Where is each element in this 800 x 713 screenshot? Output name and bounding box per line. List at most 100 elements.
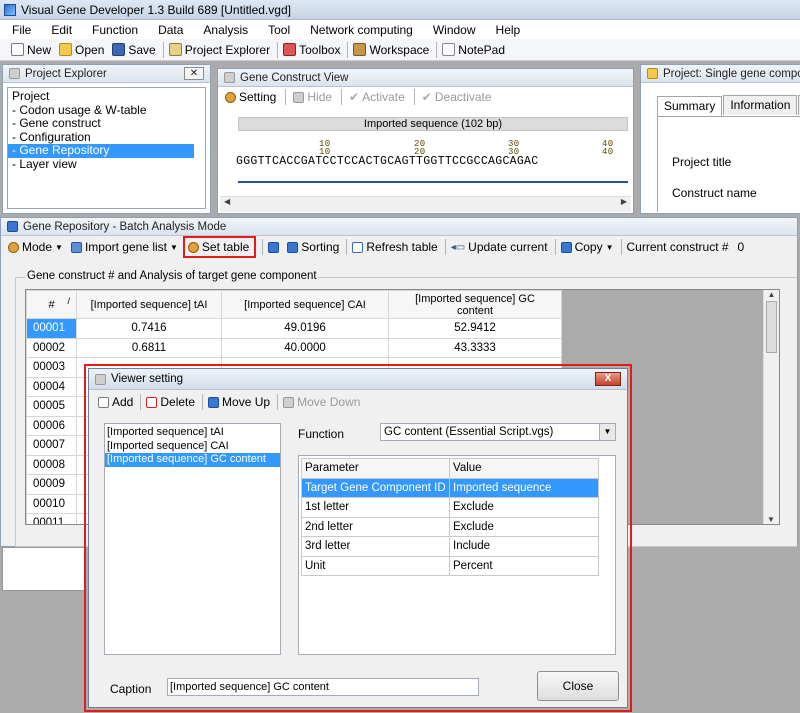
new-button[interactable]: New <box>8 40 56 60</box>
project-explorer-header: Project Explorer ✕ <box>3 65 210 83</box>
menu-window[interactable]: Window <box>433 23 476 37</box>
mode-button[interactable]: Mode ▼ <box>5 237 68 257</box>
refresh-small-button[interactable] <box>265 237 284 257</box>
scroll-left-icon[interactable]: ◀ <box>224 197 230 212</box>
function-select[interactable]: GC content (Essential Script.vgs) ▼ <box>380 423 616 441</box>
cell-gc: 52.9412 <box>388 318 562 339</box>
row-id: 00010 <box>26 493 77 514</box>
add-button[interactable]: Add <box>95 392 138 412</box>
toolbar-separator <box>202 394 204 410</box>
table-row[interactable]: 00002 0.6811 40.0000 43.3333 <box>26 337 562 358</box>
close-button[interactable]: Close <box>537 671 619 701</box>
tree-item-gene-repository[interactable]: - Gene Repository <box>8 143 194 158</box>
sorting-button[interactable]: Sorting <box>284 237 344 257</box>
delete-button[interactable]: Delete <box>143 392 200 412</box>
toolbar-separator <box>554 239 556 255</box>
horizontal-scrollbar[interactable]: ◀ ▶ <box>220 196 631 212</box>
update-current-button[interactable]: ◂▭ Update current <box>448 237 553 257</box>
param-value[interactable]: Exclude <box>449 497 599 518</box>
copy-icon <box>560 241 572 253</box>
table-row[interactable]: 00001 0.7416 49.0196 52.9412 <box>26 318 562 339</box>
table-row[interactable]: 2nd letter Exclude <box>301 516 599 537</box>
mode-icon <box>8 241 19 253</box>
save-button[interactable]: Save <box>109 40 160 60</box>
param-name: 1st letter <box>301 497 450 518</box>
close-icon[interactable]: X <box>595 372 621 386</box>
deactivate-button[interactable]: ✔ Deactivate <box>419 87 497 107</box>
param-name: Unit <box>301 555 450 576</box>
table-row[interactable]: 3rd letter Include <box>301 536 599 557</box>
move-down-button[interactable]: Move Down <box>280 392 365 412</box>
list-item[interactable]: [Imported sequence] tAI <box>105 426 280 440</box>
scroll-right-icon[interactable]: ▶ <box>621 197 627 212</box>
col-header-cai[interactable]: [Imported sequence] CAI <box>221 290 389 319</box>
menu-tool[interactable]: Tool <box>268 23 290 37</box>
param-value[interactable]: Include <box>449 536 599 557</box>
tab-information[interactable]: Information <box>723 95 798 115</box>
close-icon[interactable]: ✕ <box>184 67 204 80</box>
chevron-down-icon[interactable]: ▼ <box>599 424 615 440</box>
toolbox-label: Toolbox <box>299 42 341 57</box>
arrow-up-icon <box>208 396 220 408</box>
table-row[interactable]: 1st letter Exclude <box>301 497 599 518</box>
tree-item-configuration[interactable]: - Configuration <box>8 130 205 145</box>
menu-network-computing[interactable]: Network computing <box>310 23 413 37</box>
deactivate-label: Deactivate <box>434 90 492 104</box>
refresh-icon <box>268 241 280 253</box>
copy-label: Copy <box>574 240 603 254</box>
gene-repository-toolbar: Mode ▼ Import gene list ▼ Set table Sortin… <box>1 236 797 258</box>
app-icon <box>4 3 16 16</box>
activate-button[interactable]: ✔ Activate <box>346 87 410 107</box>
refresh-table-button[interactable]: Refresh table <box>349 237 442 257</box>
param-value[interactable]: Exclude <box>449 516 599 537</box>
menu-file[interactable]: File <box>12 23 31 37</box>
hide-button[interactable]: Hide <box>290 87 337 107</box>
gene-repository-header: Gene Repository - Batch Analysis Mode <box>1 218 797 236</box>
menu-edit[interactable]: Edit <box>51 23 72 37</box>
current-construct-display: Current construct # 0 <box>624 237 750 257</box>
set-table-button[interactable]: Set table <box>182 236 257 258</box>
project-explorer-button[interactable]: Project Explorer <box>166 40 275 60</box>
list-item-selected[interactable]: [Imported sequence] GC content <box>105 453 280 467</box>
menu-help[interactable]: Help <box>496 23 521 37</box>
copy-button[interactable]: Copy ▼ <box>558 237 619 257</box>
table-row[interactable]: Unit Percent <box>301 555 599 576</box>
notepad-label: NotePad <box>458 42 505 57</box>
col-header-num[interactable]: # / <box>26 290 77 319</box>
param-name: 2nd letter <box>301 516 450 537</box>
param-value[interactable]: Imported sequence <box>449 477 599 498</box>
tree-item-layer-view[interactable]: - Layer view <box>8 157 205 172</box>
list-item[interactable]: [Imported sequence] CAI <box>105 440 280 454</box>
cell-cai: 49.0196 <box>221 318 389 339</box>
toolbox-button[interactable]: Toolbox <box>280 40 345 60</box>
scroll-down-icon[interactable]: ▼ <box>764 515 778 524</box>
import-gene-list-button[interactable]: Import gene list ▼ <box>68 237 183 257</box>
menu-data[interactable]: Data <box>158 23 183 37</box>
parameter-table: Parameter Value Target Gene Component ID… <box>301 458 599 576</box>
gene-construct-view-header: Gene Construct View <box>218 69 633 87</box>
move-up-button[interactable]: Move Up <box>205 392 275 412</box>
tree-item-gene-construct[interactable]: - Gene construct <box>8 116 205 131</box>
scroll-up-icon[interactable]: ▲ <box>764 290 779 299</box>
setting-button[interactable]: Setting <box>222 87 281 107</box>
scroll-thumb[interactable] <box>766 301 777 353</box>
open-button[interactable]: Open <box>56 40 109 60</box>
notepad-button[interactable]: NotePad <box>439 40 510 60</box>
vertical-scrollbar[interactable]: ▲ ▼ <box>763 290 779 524</box>
new-label: New <box>27 42 52 57</box>
table-row[interactable]: Target Gene Component ID Imported sequenc… <box>301 477 599 498</box>
param-col-header: Parameter <box>301 458 450 479</box>
menu-analysis[interactable]: Analysis <box>203 23 248 37</box>
col-header-gc[interactable]: [Imported sequence] GC content <box>388 290 562 319</box>
caption-input[interactable]: [Imported sequence] GC content <box>167 678 479 696</box>
parameter-table-container: Parameter Value Target Gene Component ID… <box>298 455 616 655</box>
tree-item-codon-usage[interactable]: - Codon usage & W-table <box>8 103 205 118</box>
menu-function[interactable]: Function <box>92 23 138 37</box>
toolbox-icon <box>283 43 297 56</box>
tab-summary[interactable]: Summary <box>657 96 723 116</box>
workspace-button[interactable]: Workspace <box>350 40 434 60</box>
move-up-label: Move Up <box>222 395 271 409</box>
tree-item-project[interactable]: Project <box>8 89 205 104</box>
param-value[interactable]: Percent <box>449 555 599 576</box>
col-header-tai[interactable]: [Imported sequence] tAI <box>76 290 222 319</box>
